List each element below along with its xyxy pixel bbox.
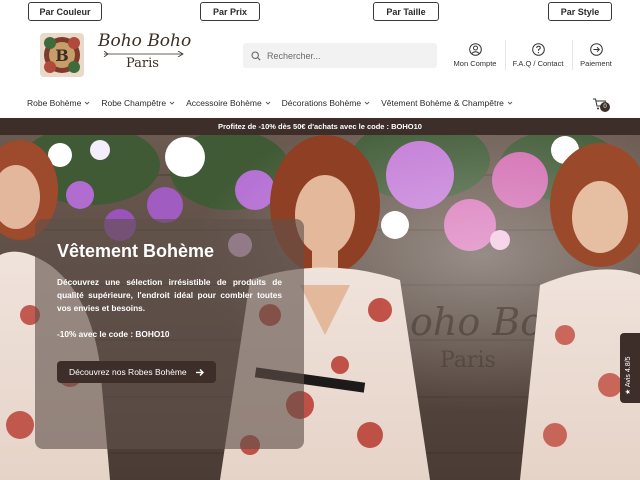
- hero-promo-code: -10% avec le code : BOHO10: [57, 329, 170, 339]
- user-icon: [468, 43, 482, 56]
- main-navigation: Robe Bohème Robe Champêtre Accessoire Bo…: [27, 96, 524, 110]
- help-icon: [531, 43, 545, 56]
- filter-by-style-button[interactable]: Par Style: [548, 2, 612, 21]
- nav-item-label: Robe Champêtre: [101, 98, 167, 108]
- chevron-down-icon: [85, 101, 90, 105]
- logo[interactable]: Boho Boho Paris: [98, 31, 198, 77]
- svg-text:Paris: Paris: [440, 348, 496, 373]
- chevron-down-icon: [507, 101, 513, 105]
- hero-title: Vêtement Bohème: [57, 241, 215, 261]
- logo-subtitle: Paris: [126, 56, 159, 71]
- filter-by-size-button[interactable]: Par Taille: [373, 2, 439, 21]
- arrow-right-icon: [195, 368, 204, 376]
- reviews-tab[interactable]: ★ Avis 4.8/5: [620, 333, 640, 403]
- hero-card: Vêtement Bohème Découvrez une sélection …: [35, 219, 304, 449]
- payment-link[interactable]: Paiement: [578, 43, 614, 68]
- svg-text:B: B: [55, 46, 69, 65]
- account-label: Mon Compte: [453, 59, 497, 68]
- nav-item-label: Vêtement Bohème & Champêtre: [381, 98, 504, 108]
- account-link[interactable]: Mon Compte: [453, 43, 497, 68]
- filter-by-color-button[interactable]: Par Couleur: [28, 2, 102, 21]
- logo-emblem-icon[interactable]: B: [38, 31, 86, 79]
- promo-banner: Profitez de -10% dès 50€ d'achats avec l…: [0, 118, 640, 135]
- search-icon[interactable]: [251, 50, 261, 61]
- header-divider: [572, 40, 573, 70]
- payment-label: Paiement: [580, 59, 612, 68]
- header-divider: [505, 40, 506, 70]
- reviews-label: ★ Avis 4.8/5: [625, 356, 632, 395]
- hero-banner: oho Boho Paris Vêtement Bohème Découvrez: [0, 135, 640, 480]
- discover-robes-label: Découvrez nos Robes Bohème: [69, 367, 187, 377]
- filter-by-price-button[interactable]: Par Prix: [200, 2, 260, 21]
- discover-robes-button[interactable]: Découvrez nos Robes Bohème: [57, 361, 216, 383]
- nav-item-decorations-boheme[interactable]: Décorations Bohème: [282, 98, 370, 108]
- filter-bar: Par Couleur Par Prix Par Taille Par Styl…: [0, 2, 640, 22]
- hero-description: Découvrez une sélection irrésistible de …: [57, 277, 282, 313]
- nav-item-label: Décorations Bohème: [281, 98, 362, 108]
- nav-item-accessoire-boheme[interactable]: Accessoire Bohème: [186, 98, 271, 108]
- search-input[interactable]: [267, 50, 427, 61]
- cart-count-badge: 0: [600, 102, 610, 112]
- nav-item-vetement-boheme-champetre[interactable]: Vêtement Bohème & Champêtre: [381, 98, 513, 108]
- chevron-down-icon: [364, 101, 370, 105]
- faq-contact-label: F.A.Q / Contact: [512, 59, 564, 68]
- chevron-down-icon: [265, 101, 270, 105]
- logo-title: Boho Boho: [98, 31, 192, 51]
- arrow-circle-icon: [589, 43, 603, 56]
- faq-contact-link[interactable]: F.A.Q / Contact: [512, 43, 564, 68]
- chevron-down-icon: [169, 101, 175, 105]
- nav-item-label: Accessoire Bohème: [186, 98, 262, 108]
- nav-item-robe-boheme[interactable]: Robe Bohème: [27, 98, 90, 108]
- nav-item-label: Robe Bohème: [27, 98, 82, 108]
- nav-item-robe-champetre[interactable]: Robe Champêtre: [101, 98, 175, 108]
- search-bar[interactable]: [243, 43, 437, 68]
